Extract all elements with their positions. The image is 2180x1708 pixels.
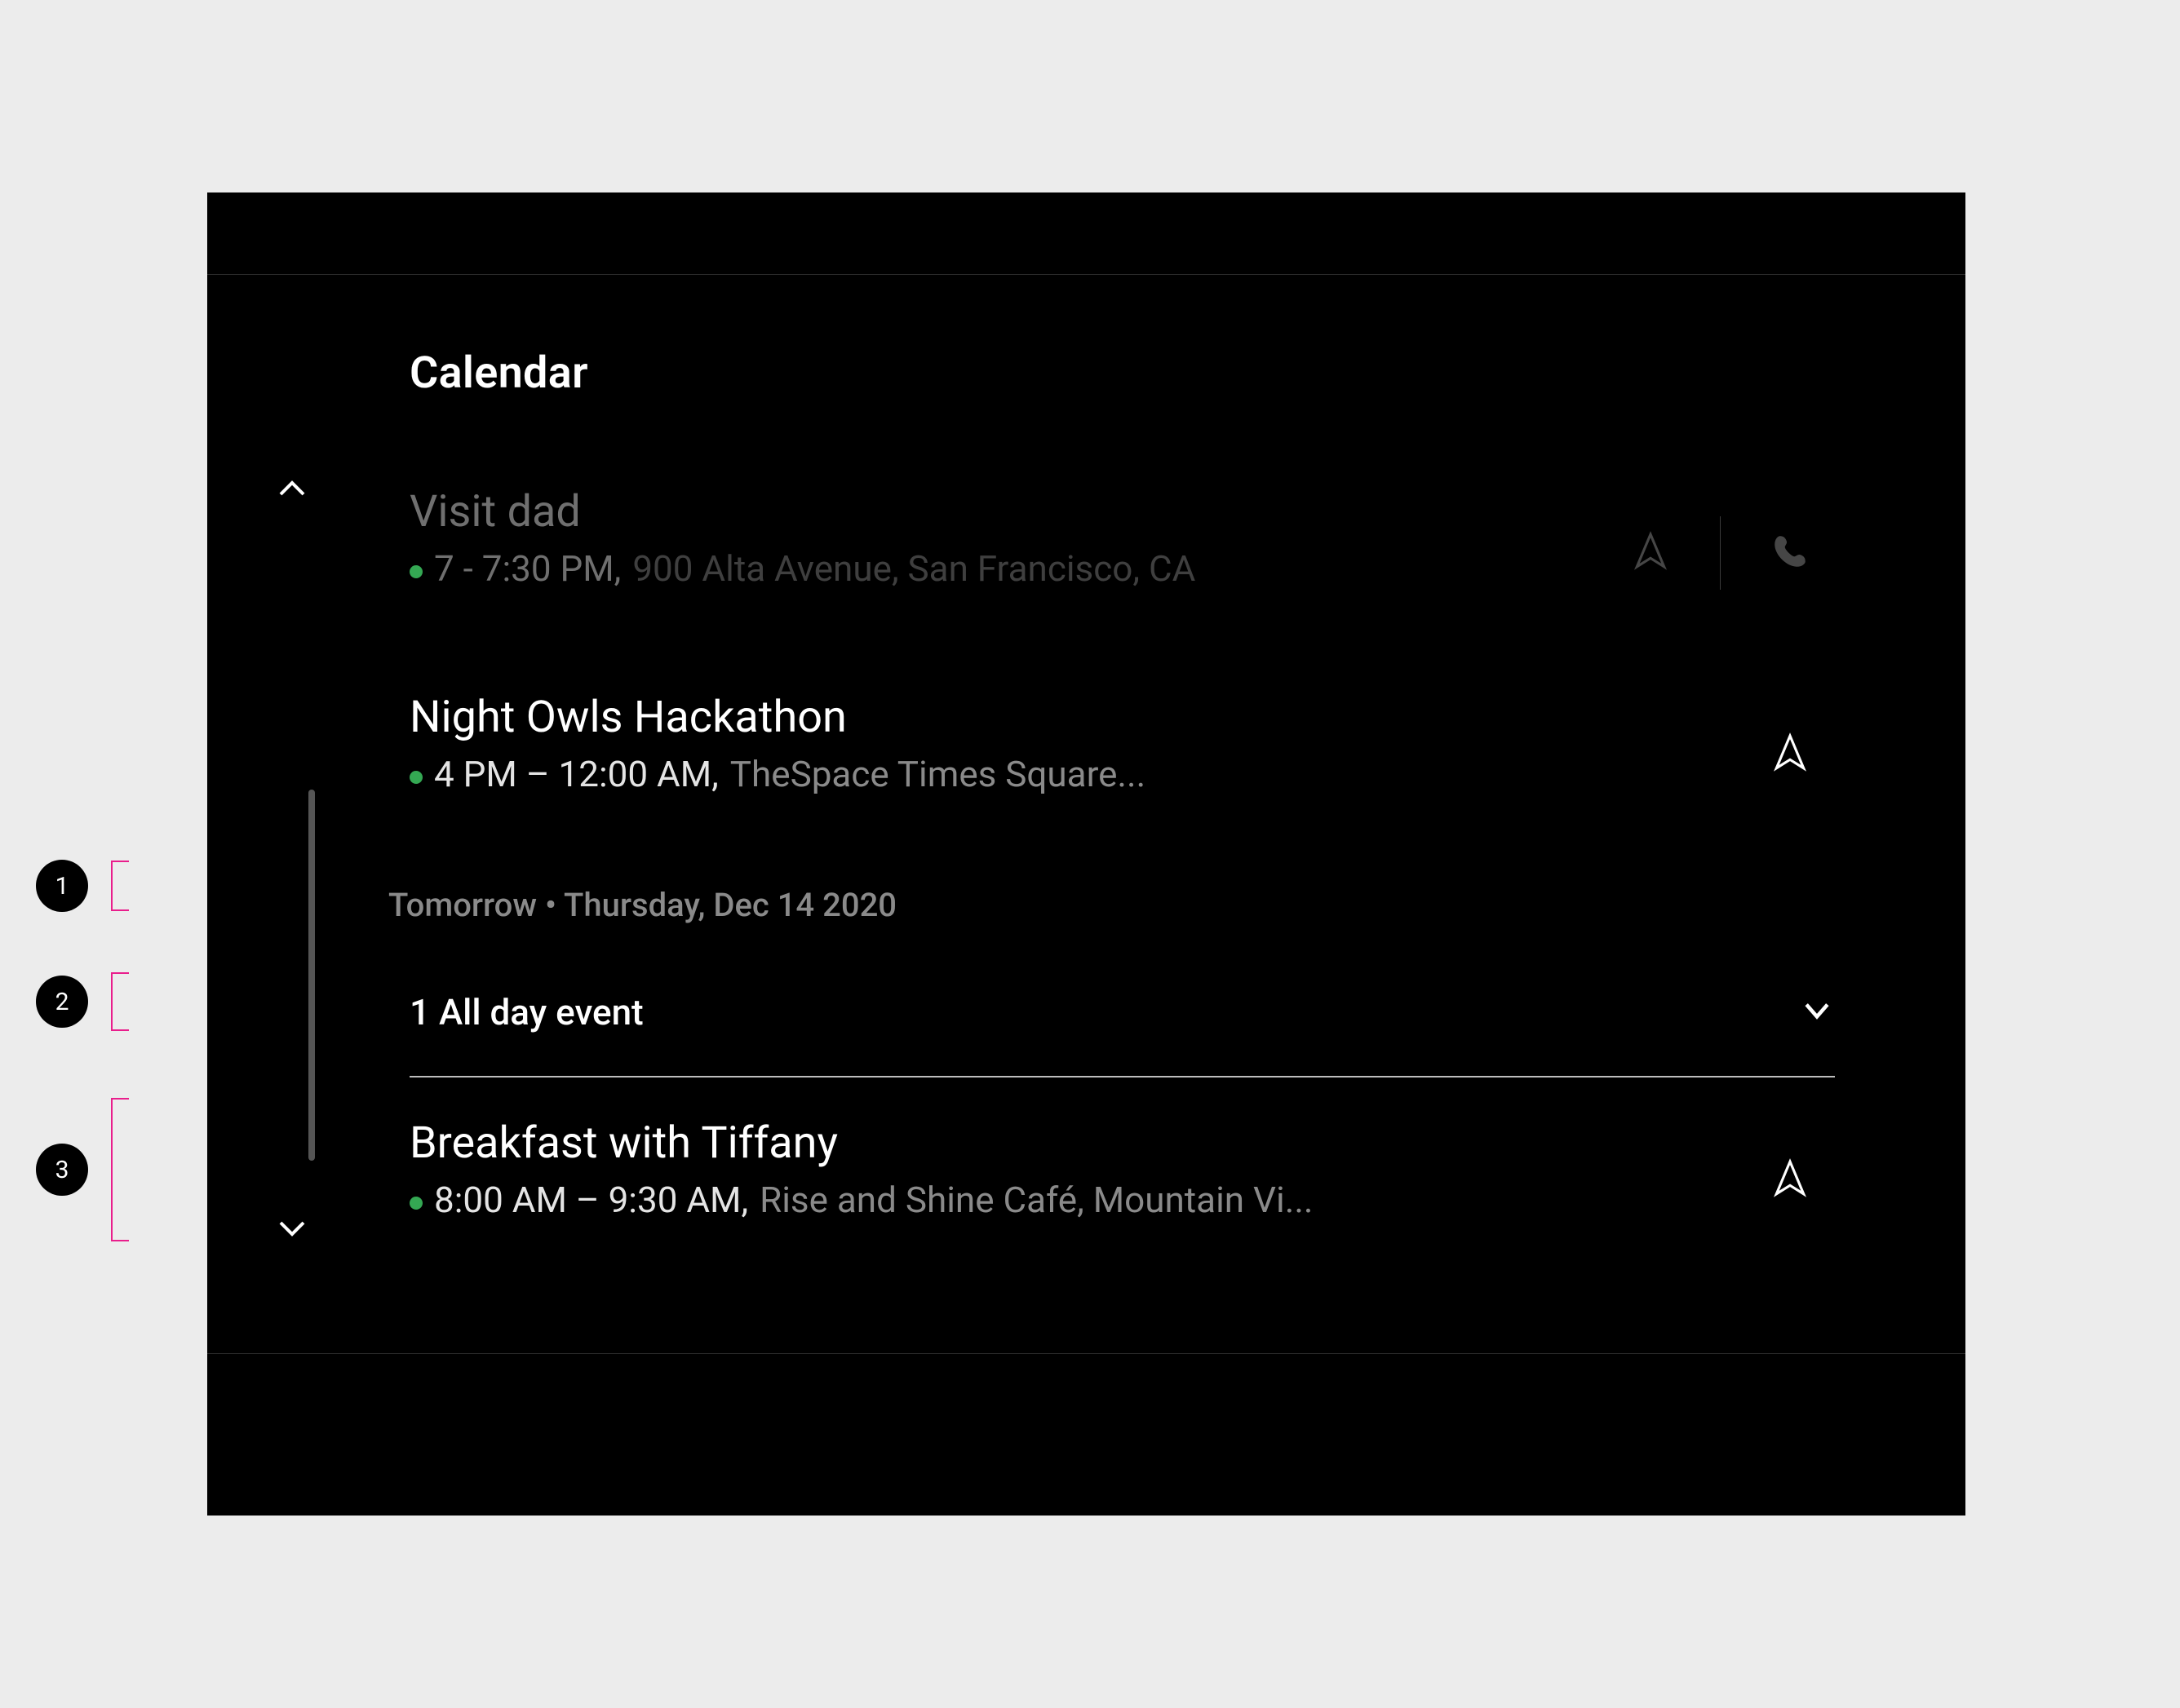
annotation-badge: 1 (36, 860, 88, 912)
status-dot-icon (410, 565, 423, 578)
status-dot-icon (410, 1197, 423, 1210)
event-row[interactable]: Breakfast with Tiffany 8:00 AM – 9:30 AM… (410, 1119, 1965, 1266)
navigate-button[interactable] (1606, 520, 1695, 586)
phone-icon (1770, 531, 1810, 575)
event-title: Night Owls Hackathon (410, 693, 1965, 741)
divider (1720, 516, 1721, 590)
event-location: Rise and Shine Café, Mountain Vi... (760, 1179, 1313, 1222)
navigate-icon (1770, 732, 1810, 777)
event-subtitle: 4 PM – 12:00 AM, TheSpace Times Square..… (410, 753, 1965, 796)
chevron-down-icon (276, 1211, 308, 1244)
call-button[interactable] (1745, 520, 1835, 586)
divider (207, 274, 1965, 275)
event-time: 4 PM – 12:00 AM, (434, 753, 719, 796)
annotation-badge: 2 (36, 976, 88, 1028)
divider (207, 1353, 1965, 1354)
event-location: TheSpace Times Square... (730, 753, 1145, 796)
navigate-icon (1630, 531, 1671, 575)
event-title: Breakfast with Tiffany (410, 1119, 1965, 1167)
annotation-bracket (111, 861, 129, 911)
chevron-up-icon (276, 473, 308, 506)
annotation-bracket (111, 1098, 129, 1241)
app-title: Calendar (410, 347, 588, 399)
all-day-toggle[interactable]: 1 All day event (410, 980, 1835, 1077)
annotation-1: 1 (36, 860, 129, 912)
navigate-button[interactable] (1745, 722, 1835, 787)
status-dot-icon (410, 771, 423, 784)
annotation-2: 2 (36, 972, 129, 1031)
event-row[interactable]: Night Owls Hackathon 4 PM – 12:00 AM, Th… (410, 693, 1965, 840)
calendar-panel: Calendar Visit dad 7 - 7:30 PM, 900 (207, 192, 1965, 1516)
all-day-label: 1 All day event (410, 991, 644, 1033)
event-row[interactable]: Visit dad 7 - 7:30 PM, 900 Alta Avenue, … (410, 488, 1965, 635)
event-subtitle: 8:00 AM – 9:30 AM, Rise and Shine Café, … (410, 1179, 1965, 1222)
annotation-3: 3 (36, 1098, 129, 1241)
event-time: 8:00 AM – 9:30 AM, (434, 1179, 748, 1222)
date-section-header: Tomorrow • Thursday, Dec 14 2020 (388, 886, 897, 924)
chevron-down-icon (1799, 993, 1835, 1032)
scrollbar-thumb[interactable] (308, 790, 315, 1161)
event-location: 900 Alta Avenue, San Francisco, CA (632, 547, 1195, 591)
navigate-button[interactable] (1745, 1148, 1835, 1213)
scroll-down-button[interactable] (272, 1208, 312, 1247)
navigate-icon (1770, 1158, 1810, 1202)
scroll-up-button[interactable] (272, 470, 312, 509)
annotation-badge: 3 (36, 1144, 88, 1196)
annotation-bracket (111, 972, 129, 1031)
event-time: 7 - 7:30 PM, (434, 547, 621, 591)
